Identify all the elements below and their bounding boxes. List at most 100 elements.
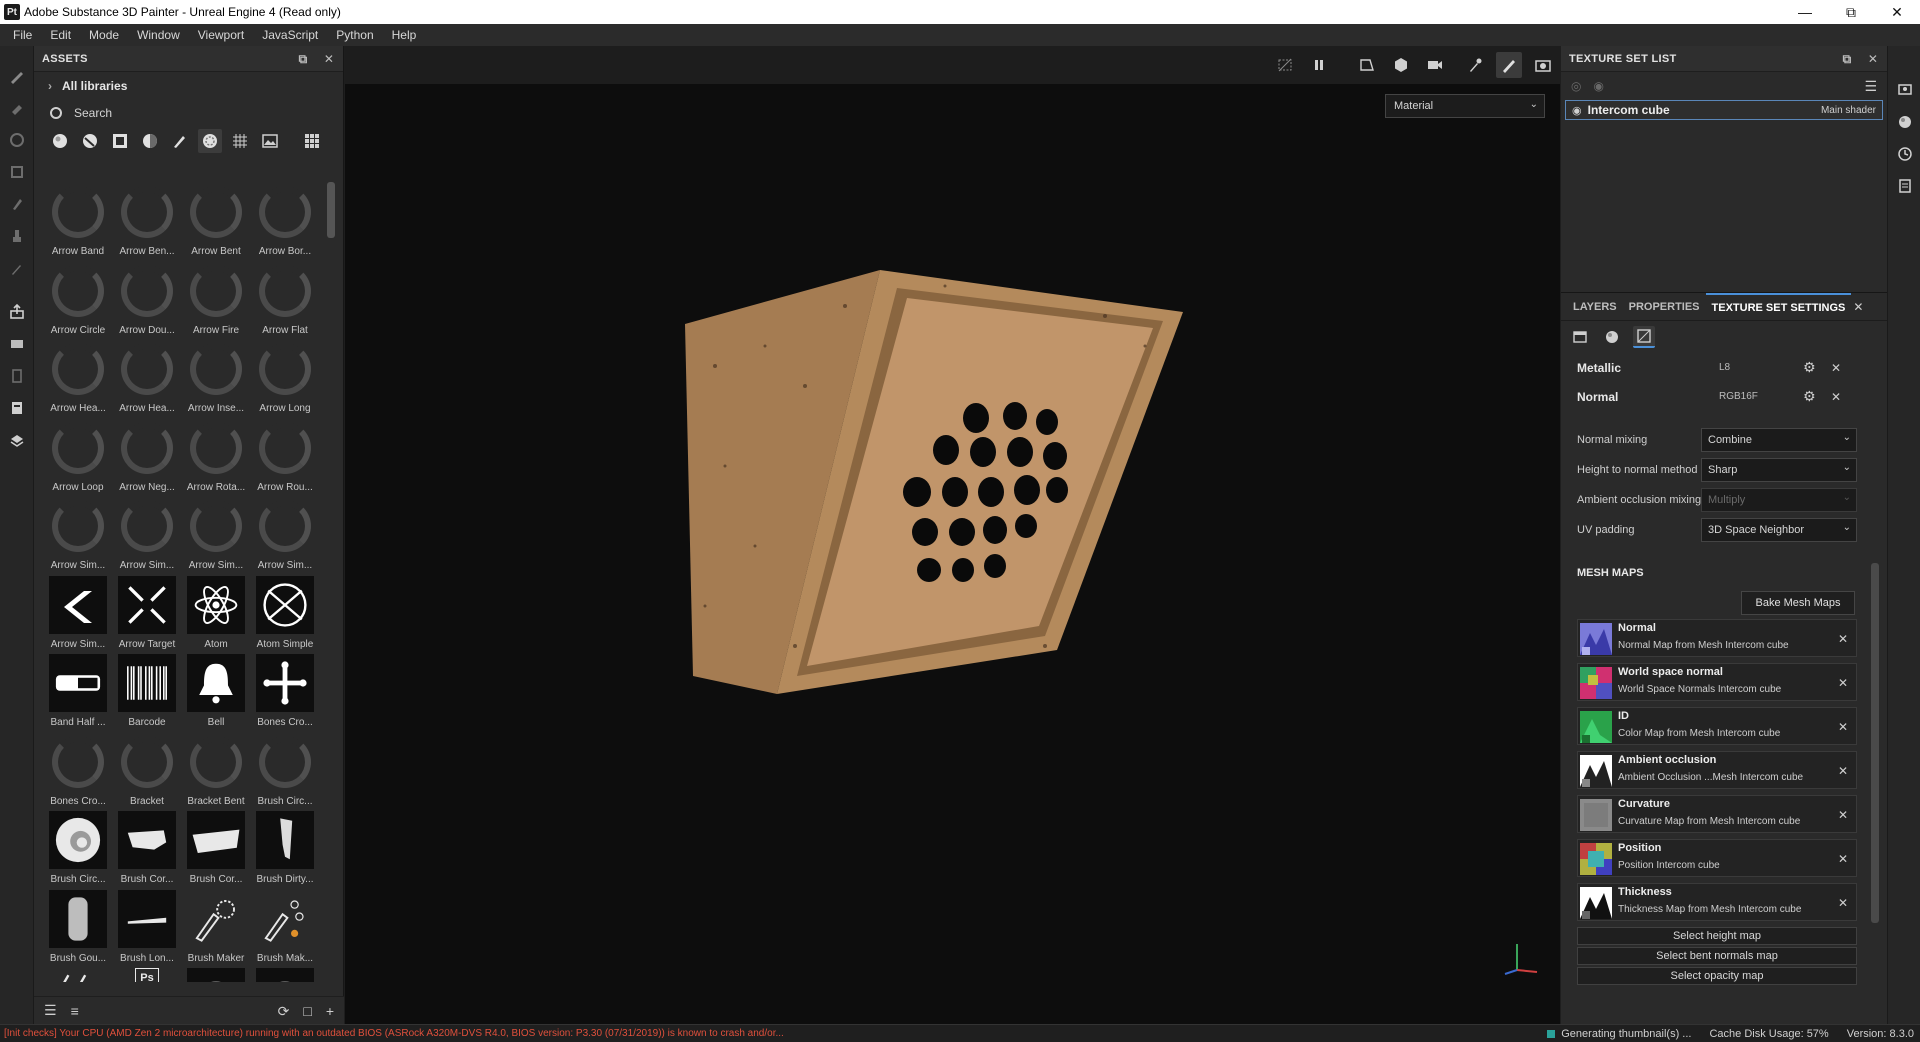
menu-python[interactable]: Python [327,28,382,42]
menu-help[interactable]: Help [383,28,426,42]
mesh-map-item[interactable]: ID Color Map from Mesh Intercom cube ✕ [1577,707,1857,745]
grunges-filter-button[interactable] [228,129,252,153]
maximize-button[interactable]: ⧉ [1828,0,1874,24]
asset-item[interactable]: Bones Cro... [44,732,112,810]
refresh-icon[interactable]: ⟳ [278,1003,290,1020]
asset-item[interactable] [251,967,319,982]
channel-format[interactable]: RGB16F [1719,391,1758,402]
mesh-map-item[interactable]: Thickness Thickness Map from Mesh Interco… [1577,883,1857,921]
asset-item[interactable]: Arrow Sim... [251,496,319,574]
list-view-icon[interactable]: ☰ [44,1002,57,1019]
mesh-map-item[interactable]: Normal Normal Map from Mesh Intercom cube… [1577,619,1857,657]
close-icon[interactable]: ✕ [1838,676,1848,690]
asset-item[interactable]: Arrow Loop [44,418,112,496]
all-libraries-row[interactable]: › All libraries [34,72,343,100]
texture-set-item[interactable]: ◉ Intercom cube Main shader [1565,100,1883,120]
tab-properties[interactable]: PROPERTIES [1623,293,1706,321]
shader-settings-button[interactable] [1888,106,1920,138]
log-button[interactable] [1888,170,1920,202]
asset-item[interactable]: Arrow Sim... [182,496,250,574]
asset-item[interactable]: Atom Simple [251,575,319,653]
asset-item[interactable]: Bracket Bent [182,732,250,810]
asset-item[interactable]: Arrow Sim... [44,575,112,653]
select-opacity-map-button[interactable]: Select opacity map [1577,967,1857,985]
shelf-button[interactable] [0,424,34,456]
undock-icon[interactable]: ⧉ [295,52,311,67]
asset-item[interactable]: Arrow Bor... [251,182,319,260]
history-button[interactable] [1888,138,1920,170]
asset-item[interactable]: Arrow Long [251,339,319,417]
asset-item[interactable]: Band Half ... [44,653,112,731]
assets-scrollbar[interactable] [327,182,335,238]
asset-item[interactable]: Brush Cor... [182,810,250,888]
alphas-filter-button[interactable] [198,129,222,153]
texture-set-shader[interactable]: Main shader [1821,105,1876,116]
materials-filter-button[interactable] [48,129,72,153]
hide-all-icon[interactable]: ◎ [1571,79,1581,93]
clone-tool-button[interactable] [0,220,34,252]
asset-item[interactable]: Arrow Flat [251,261,319,339]
normal-mixing-select[interactable]: Combine ⌄ [1701,428,1857,452]
close-icon[interactable]: ✕ [1838,632,1848,646]
asset-item[interactable]: Atom [182,575,250,653]
close-icon[interactable]: ✕ [1838,852,1848,866]
asset-item[interactable] [44,967,112,982]
folder-icon[interactable]: □ [303,1003,311,1019]
asset-item[interactable]: Arrow Fire [182,261,250,339]
grid-view-button[interactable] [300,129,324,153]
gear-icon[interactable]: ⚙ [1803,388,1816,405]
export-button[interactable] [0,296,34,328]
asset-item[interactable]: Bones Cro... [251,653,319,731]
texture-set-button[interactable] [0,360,34,392]
menu-javascript[interactable]: JavaScript [253,28,327,42]
asset-item[interactable]: Arrow Band [44,182,112,260]
height-to-normal-select[interactable]: Sharp ⌄ [1701,458,1857,482]
asset-item[interactable]: Brush Lon... [113,889,181,967]
asset-item[interactable]: Arrow Hea... [44,339,112,417]
close-icon[interactable]: ✕ [1838,808,1848,822]
asset-item[interactable]: Arrow Hea... [113,339,181,417]
gear-icon[interactable]: ⚙ [1803,359,1816,376]
asset-item[interactable] [182,967,250,982]
close-icon[interactable]: ✕ [1831,390,1841,404]
asset-item[interactable]: Arrow Bent [182,182,250,260]
asset-item[interactable]: Bracket [113,732,181,810]
search-input[interactable]: Search [74,106,112,120]
properties-scrollbar[interactable] [1871,563,1879,923]
assets-search[interactable]: Search [34,100,343,126]
asset-item[interactable]: Brush Mak... [251,889,319,967]
intercom-cube-model[interactable] [345,46,1560,1024]
projection-tool-button[interactable] [0,124,34,156]
asset-item[interactable]: Arrow Rota... [182,418,250,496]
select-bent-normals-map-button[interactable]: Select bent normals map [1577,947,1857,965]
close-icon[interactable]: ✕ [1865,52,1881,66]
uv-padding-select[interactable]: 3D Space Neighbor ⌄ [1701,518,1857,542]
shader-subtab[interactable] [1601,326,1623,348]
minimize-button[interactable]: — [1782,0,1828,24]
asset-item[interactable]: Arrow Dou... [113,261,181,339]
asset-item[interactable]: Arrow Rou... [251,418,319,496]
detail-view-icon[interactable]: ≡ [71,1003,79,1019]
menu-file[interactable]: File [4,28,41,42]
close-icon[interactable]: ✕ [1838,764,1848,778]
asset-item[interactable]: Brush Dirty... [251,810,319,888]
asset-item[interactable]: Brush Circ... [44,810,112,888]
channel-format[interactable]: L8 [1719,362,1730,373]
close-icon[interactable]: ✕ [1831,361,1841,375]
add-icon[interactable]: + [326,1003,334,1019]
asset-item[interactable]: Brush Gou... [44,889,112,967]
viewport[interactable]: Material ⌄ [345,46,1560,1024]
asset-item[interactable]: Arrow Circle [44,261,112,339]
asset-item[interactable]: Ps [113,967,181,982]
close-icon[interactable]: ✕ [1838,896,1848,910]
undock-icon[interactable]: ⧉ [1839,52,1855,67]
document-button[interactable] [0,392,34,424]
tab-layers[interactable]: LAYERS [1567,293,1623,321]
asset-item[interactable]: Bell [182,653,250,731]
masks-filter-button[interactable] [108,129,132,153]
environments-filter-button[interactable] [258,129,282,153]
mesh-map-item[interactable]: Curvature Curvature Map from Mesh Interco… [1577,795,1857,833]
mesh-map-item[interactable]: Position Position Intercom cube ✕ [1577,839,1857,877]
menu-edit[interactable]: Edit [41,28,80,42]
mesh-map-item[interactable]: Ambient occlusion Ambient Occlusion ...Me… [1577,751,1857,789]
